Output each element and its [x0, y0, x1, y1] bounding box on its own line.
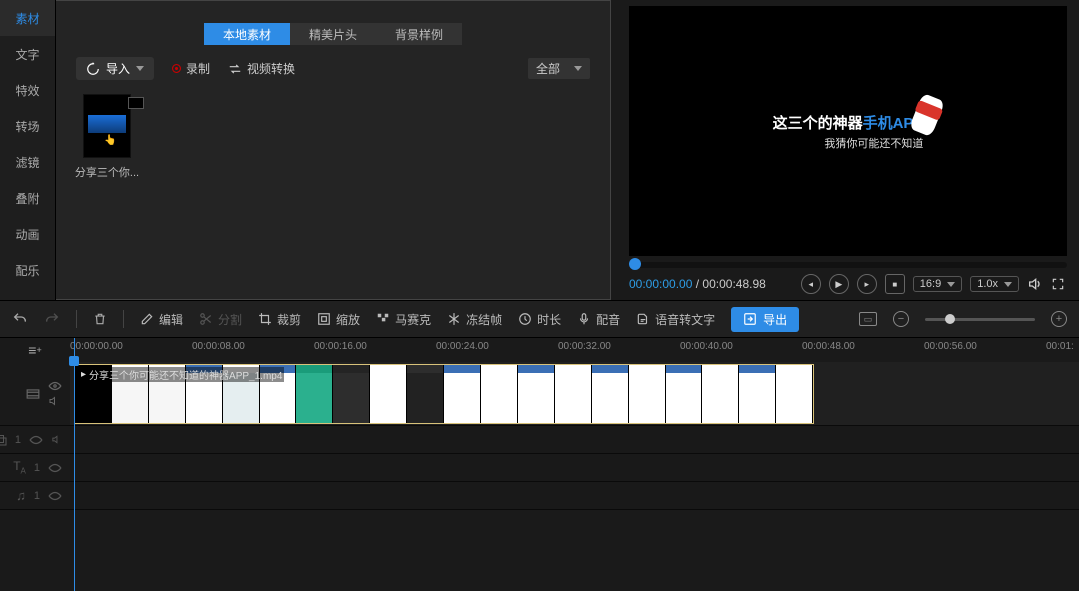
time-display: 00:00:00.00 / 00:00:48.98	[629, 277, 766, 291]
track-index: 1	[34, 490, 40, 502]
track-overlay-icon[interactable]	[0, 434, 7, 446]
fullscreen-icon[interactable]	[1051, 277, 1065, 291]
prev-frame-button[interactable]: ◂	[801, 274, 821, 294]
chevron-down-icon	[574, 66, 582, 71]
dub-button[interactable]: 配音	[577, 311, 620, 328]
next-frame-button[interactable]: ▸	[857, 274, 877, 294]
record-button[interactable]: 录制	[172, 60, 210, 77]
play-icon: ▶	[136, 97, 142, 106]
preview-panel: 这三个的神器手机APP 我猜你可能还不知道 00:00:00.00 / 00:0…	[611, 0, 1079, 300]
time-ruler[interactable]: 00:00:00.00 00:00:08.00 00:00:16.00 00:0…	[70, 338, 1079, 362]
sidebar-item-animation[interactable]: 动画	[0, 216, 55, 252]
track-visibility-icon[interactable]	[29, 435, 43, 445]
track-visibility-icon[interactable]	[48, 463, 62, 473]
sidebar-item-filter[interactable]: 滤镜	[0, 144, 55, 180]
track-index: 1	[15, 434, 21, 446]
track-visibility-icon[interactable]	[48, 491, 62, 501]
chevron-down-icon	[1004, 282, 1012, 287]
material-panel: 本地素材 精美片头 背景样例 导入 录制 视频转换	[56, 0, 611, 300]
video-track: ▸分享三个你可能还不知道的神器APP_1.mp4	[0, 362, 1079, 426]
track-text-icon[interactable]: TA	[13, 459, 26, 475]
sidebar-item-fx[interactable]: 特效	[0, 72, 55, 108]
record-label: 录制	[186, 60, 210, 77]
tab-intros[interactable]: 精美片头	[290, 23, 376, 45]
video-overlay-text: 这三个的神器手机APP 我猜你可能还不知道	[773, 112, 924, 151]
convert-button[interactable]: 视频转换	[228, 60, 295, 77]
convert-label: 视频转换	[247, 60, 295, 77]
timeline: ≡+ 00:00:00.00 00:00:08.00 00:00:16.00 0…	[0, 338, 1079, 591]
edit-button[interactable]: 编辑	[140, 311, 183, 328]
split-button[interactable]: 分割	[199, 311, 242, 328]
video-clip[interactable]: ▸分享三个你可能还不知道的神器APP_1.mp4	[74, 364, 814, 424]
media-thumb[interactable]: ▶ 👆 分享三个你...	[76, 94, 138, 180]
overlay-track: 1	[0, 426, 1079, 454]
scrub-handle[interactable]	[629, 258, 641, 270]
speed-select[interactable]: 1.0x	[970, 276, 1019, 292]
convert-icon	[228, 63, 242, 75]
freeze-button[interactable]: 冻结帧	[447, 311, 502, 328]
track-mute-icon[interactable]	[51, 434, 62, 445]
filter-select[interactable]: 全部	[528, 58, 590, 79]
scale-button[interactable]: 缩放	[317, 311, 360, 328]
undo-button[interactable]	[12, 311, 28, 327]
sidebar-item-overlay[interactable]: 叠附	[0, 180, 55, 216]
track-visibility-icon[interactable]	[48, 381, 62, 391]
zoom-in-button[interactable]: +	[1051, 311, 1067, 327]
import-icon	[86, 62, 100, 76]
clip-label: ▸分享三个你可能还不知道的神器APP_1.mp4	[79, 367, 284, 382]
sidebar-item-text[interactable]: 文字	[0, 36, 55, 72]
delete-button[interactable]	[93, 311, 107, 327]
audio-track: ♫ 1	[0, 482, 1079, 510]
track-index: 1	[34, 462, 40, 474]
track-video-icon[interactable]	[26, 388, 40, 400]
chevron-down-icon	[136, 66, 144, 71]
duration-button[interactable]: 时长	[518, 311, 561, 328]
record-icon	[172, 64, 181, 73]
sidebar: 素材 文字 特效 转场 滤镜 叠附 动画 配乐	[0, 0, 56, 300]
mosaic-button[interactable]: 马赛克	[376, 311, 431, 328]
video-graphic	[915, 96, 947, 140]
zoom-out-button[interactable]: −	[893, 311, 909, 327]
import-button[interactable]: 导入	[76, 57, 154, 80]
export-button[interactable]: 导出	[731, 307, 799, 332]
thumb-label: 分享三个你...	[75, 164, 139, 180]
crop-button[interactable]: 裁剪	[258, 311, 301, 328]
preview-scrubber[interactable]	[629, 262, 1067, 268]
add-track-button[interactable]: ≡+	[0, 338, 70, 362]
tab-backgrounds[interactable]: 背景样例	[376, 23, 462, 45]
thumb-preview: ▶ 👆	[83, 94, 131, 158]
tab-local[interactable]: 本地素材	[204, 23, 290, 45]
aspect-select[interactable]: 16:9	[913, 276, 962, 292]
track-music-icon[interactable]: ♫	[16, 488, 26, 503]
chevron-down-icon	[947, 282, 955, 287]
play-button[interactable]: ▶	[829, 274, 849, 294]
zoom-slider[interactable]	[925, 318, 1035, 321]
play-icon: ▸	[81, 369, 86, 380]
stop-button[interactable]: ■	[885, 274, 905, 294]
sidebar-item-transition[interactable]: 转场	[0, 108, 55, 144]
sidebar-item-material[interactable]: 素材	[0, 0, 55, 36]
redo-button[interactable]	[44, 311, 60, 327]
playhead[interactable]	[74, 338, 75, 591]
import-label: 导入	[106, 60, 130, 77]
zoom-knob[interactable]	[945, 314, 955, 324]
preview-canvas[interactable]: 这三个的神器手机APP 我猜你可能还不知道	[629, 6, 1067, 256]
stt-button[interactable]: 语音转文字	[636, 311, 715, 328]
fit-button[interactable]: ▭	[859, 312, 877, 326]
filter-label: 全部	[536, 60, 560, 77]
sidebar-item-music[interactable]: 配乐	[0, 252, 55, 288]
text-track: TA 1	[0, 454, 1079, 482]
edit-toolbar: 编辑 分割 裁剪 缩放 马赛克 冻结帧 时长 配音 语音转文字 导出 ▭ − +	[0, 300, 1079, 338]
track-mute-icon[interactable]	[48, 395, 62, 407]
volume-icon[interactable]	[1027, 276, 1043, 292]
